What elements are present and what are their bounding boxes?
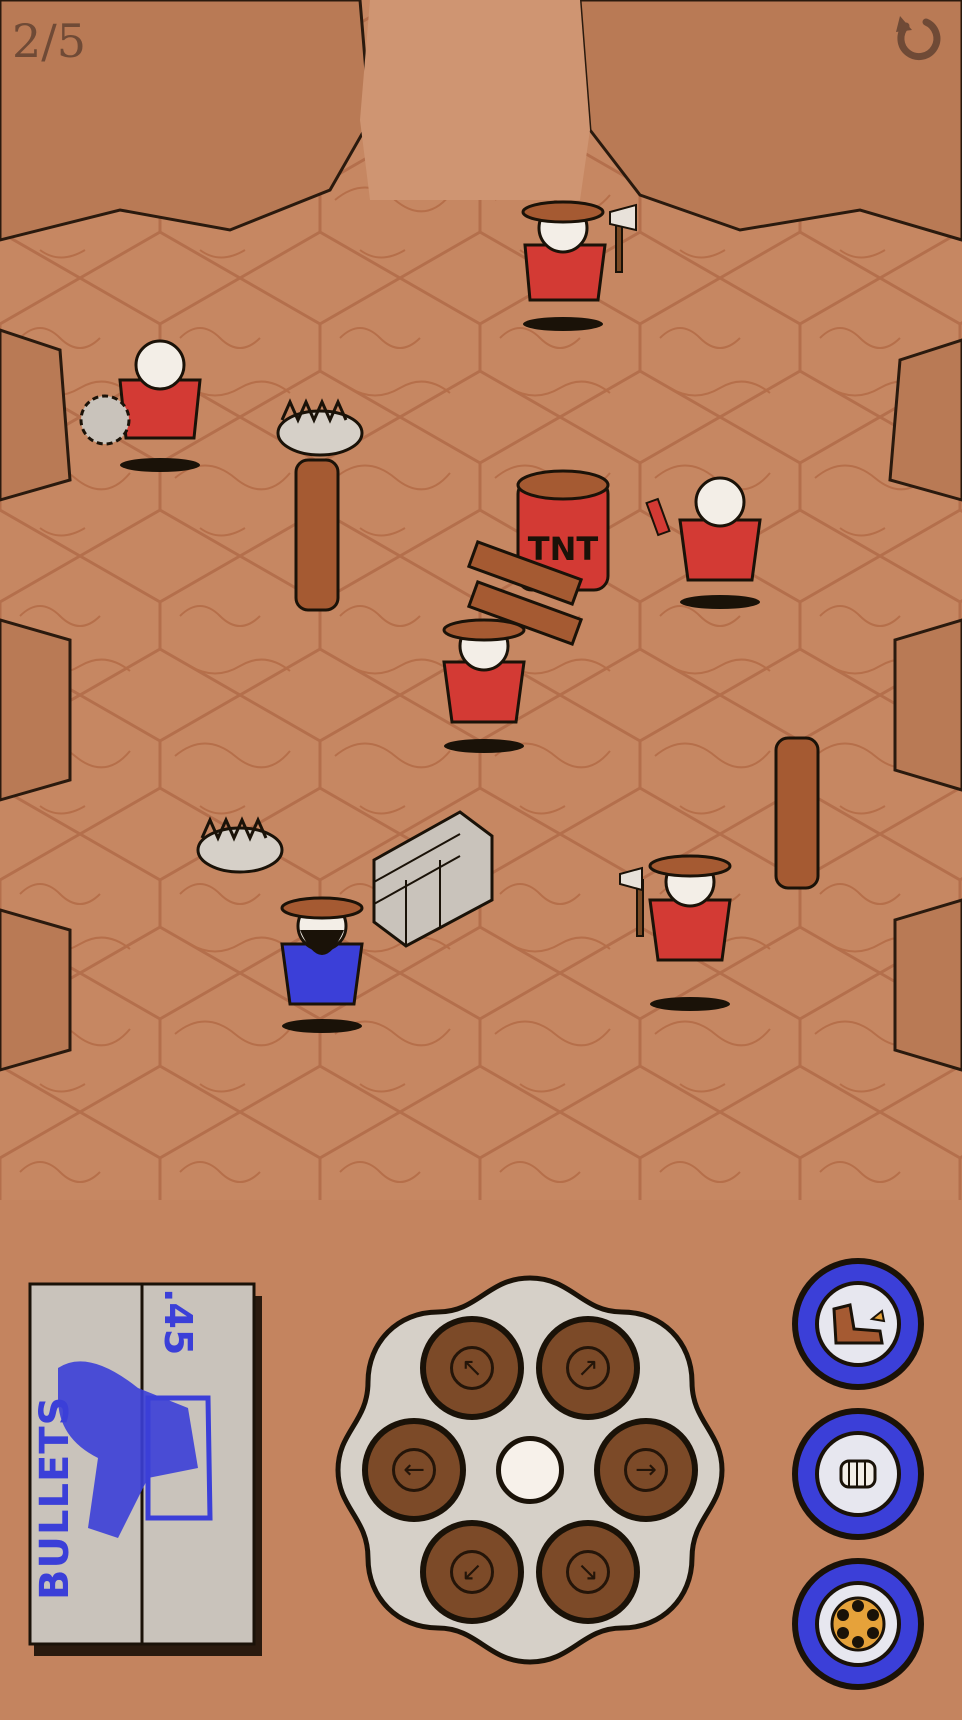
log-fence-2 — [774, 736, 820, 890]
chamber-up-left[interactable]: ↖ — [420, 1316, 524, 1420]
chamber-down-right[interactable]: ↘ — [536, 1520, 640, 1624]
chamber-left[interactable]: ← — [362, 1418, 466, 1522]
ammo-caliber: .45 — [156, 1288, 200, 1356]
cylinder-center — [496, 1436, 564, 1504]
revolver-cylinder: ↖ ↗ ← → ↙ ↘ — [332, 1272, 728, 1668]
log-fence-1 — [294, 458, 340, 612]
arrow-down-right-icon: ↘ — [566, 1550, 610, 1594]
tnt-label: TNT — [528, 530, 599, 568]
cylinder-reload-icon — [815, 1581, 901, 1667]
boot-kick-icon — [815, 1281, 901, 1367]
reload-button[interactable] — [792, 1558, 924, 1690]
chamber-down-left[interactable]: ↙ — [420, 1520, 524, 1624]
arrow-right-icon: → — [624, 1448, 668, 1492]
kick-button[interactable] — [792, 1258, 924, 1390]
restart-icon[interactable] — [890, 10, 948, 68]
fist-icon — [815, 1431, 901, 1517]
level-indicator: 2/5 — [12, 14, 87, 68]
hex-board: TNT — [0, 0, 962, 1200]
arrow-left-icon: ← — [392, 1448, 436, 1492]
chamber-up-right[interactable]: ↗ — [536, 1316, 640, 1420]
arrow-up-left-icon: ↖ — [450, 1346, 494, 1390]
arrow-down-left-icon: ↙ — [450, 1550, 494, 1594]
game-screen: TNT 2/5 .45 BULLETS ↖ ↗ ← → ↙ ↘ — [0, 0, 962, 1720]
punch-button[interactable] — [792, 1408, 924, 1540]
chamber-right[interactable]: → — [594, 1418, 698, 1522]
arrow-up-right-icon: ↗ — [566, 1346, 610, 1390]
ammo-label: BULLETS — [32, 1395, 78, 1600]
